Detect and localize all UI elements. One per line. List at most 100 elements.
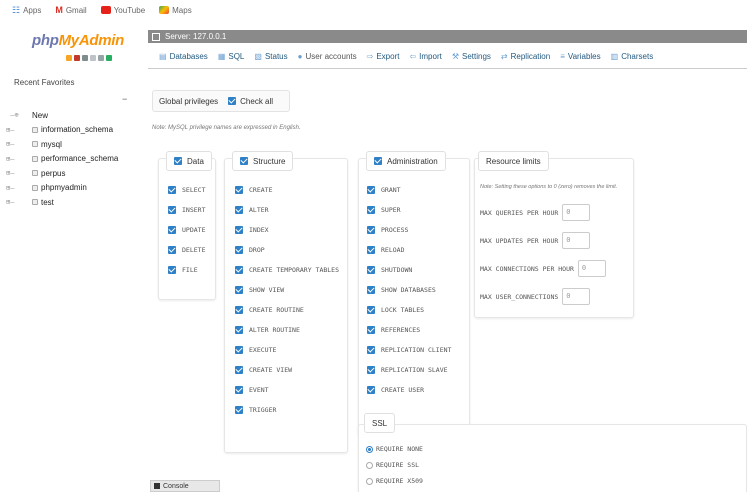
tab-replication[interactable]: ⇄ Replication xyxy=(496,45,555,69)
priv-trigger[interactable]: TRIGGER xyxy=(235,406,276,414)
max-user-connections-input[interactable]: 0 xyxy=(562,288,591,305)
priv-select[interactable]: SELECT xyxy=(168,186,205,194)
priv-create-user[interactable]: CREATE USER xyxy=(367,386,424,394)
checkbox[interactable] xyxy=(235,386,243,394)
radio-button[interactable] xyxy=(366,461,373,469)
expand-icon[interactable]: ⊞— xyxy=(6,184,32,192)
collapse-all-button[interactable]: − xyxy=(122,94,127,104)
priv-references[interactable]: REFERENCES xyxy=(367,326,420,334)
phpmyadmin-logo[interactable]: phpMyAdmin xyxy=(32,32,124,49)
checkbox[interactable] xyxy=(235,206,243,214)
tree-item-perpus[interactable]: ⊞— perpus xyxy=(6,166,118,181)
checkbox[interactable] xyxy=(235,246,243,254)
bookmark-apps[interactable]: ☷ Apps xyxy=(12,5,41,16)
reload-icon[interactable] xyxy=(90,55,96,61)
checkbox[interactable] xyxy=(168,186,176,194)
tab-settings[interactable]: ⚒ Settings xyxy=(447,45,496,69)
priv-create-routine[interactable]: CREATE ROUTINE xyxy=(235,306,304,314)
priv-show-view[interactable]: SHOW VIEW xyxy=(235,286,284,294)
server-link[interactable]: Server: 127.0.0.1 xyxy=(165,32,226,41)
priv-lock-tables[interactable]: LOCK TABLES xyxy=(367,306,424,314)
tab-import[interactable]: ⇦ Import xyxy=(404,45,446,69)
checkbox[interactable] xyxy=(367,286,375,294)
priv-process[interactable]: PROCESS xyxy=(367,226,408,234)
priv-file[interactable]: FILE xyxy=(168,266,198,274)
settings-icon[interactable] xyxy=(98,55,104,61)
checkbox[interactable] xyxy=(367,186,375,194)
administration-group-checkbox[interactable] xyxy=(374,157,382,165)
tab-user-accounts[interactable]: ● User accounts xyxy=(293,45,362,69)
bookmark-maps[interactable]: Maps xyxy=(159,6,192,15)
administration-legend[interactable]: Administration xyxy=(366,151,446,171)
tree-item-new[interactable]: —⊕ New xyxy=(6,108,118,123)
tree-item-test[interactable]: ⊞— test xyxy=(6,195,118,210)
priv-super[interactable]: SUPER xyxy=(367,206,401,214)
priv-index[interactable]: INDEX xyxy=(235,226,269,234)
tab-charsets[interactable]: ▥ Charsets xyxy=(606,45,659,69)
favorites-tab[interactable]: Favorites xyxy=(42,78,75,87)
checkbox[interactable] xyxy=(168,206,176,214)
checkbox[interactable] xyxy=(235,306,243,314)
priv-reload[interactable]: RELOAD xyxy=(367,246,404,254)
checkbox[interactable] xyxy=(235,226,243,234)
expand-icon[interactable]: ⊞— xyxy=(6,155,32,163)
priv-execute[interactable]: EXECUTE xyxy=(235,346,276,354)
checkbox[interactable] xyxy=(367,346,375,354)
sql-icon[interactable] xyxy=(74,55,80,61)
checkbox[interactable] xyxy=(168,246,176,254)
tab-databases[interactable]: ▤ Databases xyxy=(154,45,213,69)
tree-item-phpmyadmin[interactable]: ⊞— phpmyadmin xyxy=(6,181,118,196)
priv-create[interactable]: CREATE xyxy=(235,186,272,194)
home-icon[interactable] xyxy=(66,55,72,61)
checkbox[interactable] xyxy=(168,266,176,274)
check-all-checkbox[interactable] xyxy=(228,97,237,105)
priv-replication-slave[interactable]: REPLICATION SLAVE xyxy=(367,366,448,374)
priv-update[interactable]: UPDATE xyxy=(168,226,205,234)
radio-button[interactable] xyxy=(366,445,373,453)
priv-create-view[interactable]: CREATE VIEW xyxy=(235,366,292,374)
bookmark-youtube[interactable]: YouTube xyxy=(100,6,145,15)
tab-status[interactable]: ▧ Status xyxy=(249,45,292,69)
structure-group-checkbox[interactable] xyxy=(240,157,248,165)
expand-icon[interactable]: ⊞— xyxy=(6,126,32,134)
checkbox[interactable] xyxy=(168,226,176,234)
ssl-require-x509[interactable]: REQUIRE X509 xyxy=(366,477,423,485)
checkbox[interactable] xyxy=(367,246,375,254)
checkbox[interactable] xyxy=(235,186,243,194)
checkbox[interactable] xyxy=(235,286,243,294)
checkbox[interactable] xyxy=(235,366,243,374)
priv-insert[interactable]: INSERT xyxy=(168,206,205,214)
priv-event[interactable]: EVENT xyxy=(235,386,269,394)
radio-button[interactable] xyxy=(366,477,373,485)
tab-sql[interactable]: ▦ SQL xyxy=(213,45,250,69)
checkbox[interactable] xyxy=(367,306,375,314)
tab-export[interactable]: ⇨ Export xyxy=(362,45,405,69)
console-toggle[interactable]: Console xyxy=(150,480,220,492)
refresh-icon[interactable] xyxy=(106,55,112,61)
checkbox[interactable] xyxy=(235,266,243,274)
ssl-require-none[interactable]: REQUIRE NONE xyxy=(366,445,423,453)
tree-item-information-schema[interactable]: ⊞— information_schema xyxy=(6,123,118,138)
expand-icon[interactable]: ⊞— xyxy=(6,198,32,206)
checkbox[interactable] xyxy=(235,326,243,334)
priv-shutdown[interactable]: SHUTDOWN xyxy=(367,266,412,274)
docs-icon[interactable] xyxy=(82,55,88,61)
checkbox[interactable] xyxy=(367,386,375,394)
tree-item-performance-schema[interactable]: ⊞— performance_schema xyxy=(6,152,118,167)
structure-legend[interactable]: Structure xyxy=(232,151,294,171)
max-updates-per-hour-input[interactable]: 0 xyxy=(562,232,591,249)
checkbox[interactable] xyxy=(367,366,375,374)
data-group-checkbox[interactable] xyxy=(174,157,182,165)
priv-create-temporary-tables[interactable]: CREATE TEMPORARY TABLES xyxy=(235,266,339,274)
priv-delete[interactable]: DELETE xyxy=(168,246,205,254)
priv-drop[interactable]: DROP xyxy=(235,246,265,254)
tree-item-mysql[interactable]: ⊞— mysql xyxy=(6,137,118,152)
checkbox[interactable] xyxy=(367,266,375,274)
priv-grant[interactable]: GRANT xyxy=(367,186,401,194)
priv-show-databases[interactable]: SHOW DATABASES xyxy=(367,286,436,294)
priv-replication-client[interactable]: REPLICATION CLIENT xyxy=(367,346,451,354)
expand-icon[interactable]: ⊞— xyxy=(6,169,32,177)
checkbox[interactable] xyxy=(235,346,243,354)
checkbox[interactable] xyxy=(367,326,375,334)
checkbox[interactable] xyxy=(235,406,243,414)
